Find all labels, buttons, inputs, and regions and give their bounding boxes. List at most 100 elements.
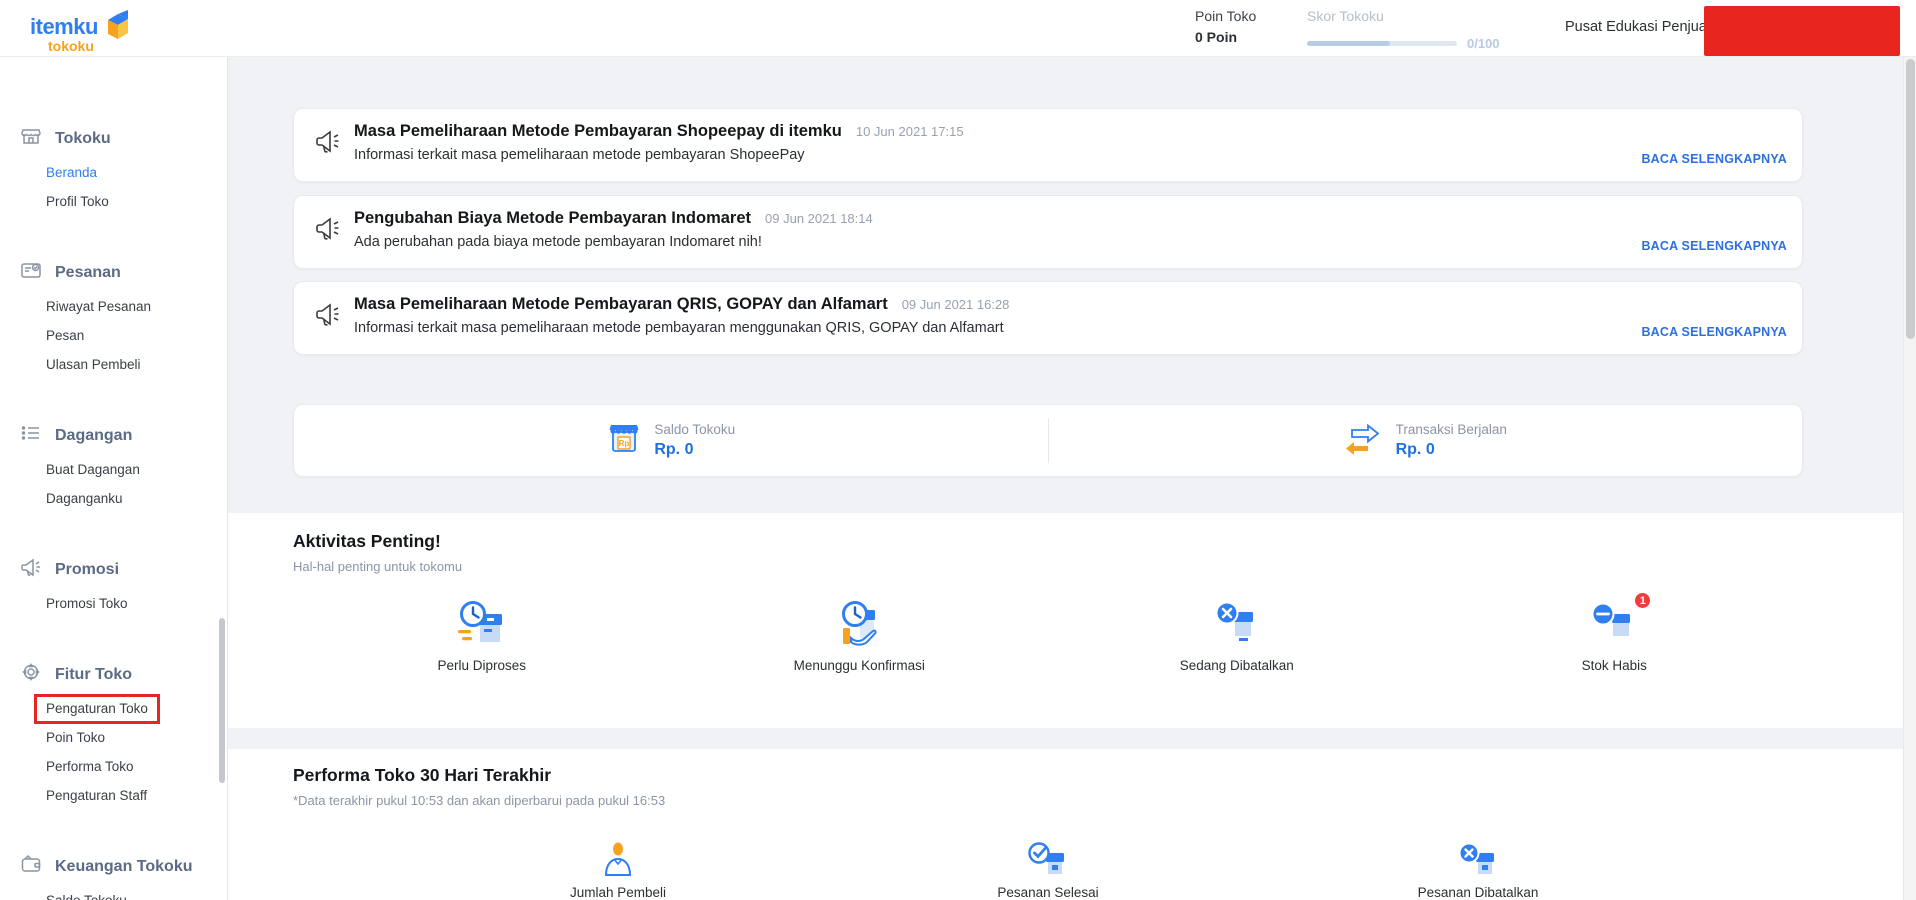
announcement-title: Pengubahan Biaya Metode Pembayaran Indom… <box>354 209 752 227</box>
sidebar-item-performa-toko[interactable]: Performa Toko <box>0 759 227 775</box>
sidebar-item-saldo-tokoku[interactable]: Saldo Tokoku <box>0 893 227 900</box>
stat-perlu-diproses[interactable]: Perlu Diproses <box>293 598 671 673</box>
order-mail-icon <box>20 259 42 286</box>
stat-pesanan-selesai[interactable]: Pesanan Selesai <box>833 841 1263 900</box>
stat-jumlah-pembeli[interactable]: Jumlah Pembeli <box>403 841 833 900</box>
announcement-title: Masa Pemeliharaan Metode Pembayaran Shop… <box>354 122 842 140</box>
top-header: itemku tokoku Poin Toko 0 Poin Skor Toko… <box>0 0 1916 57</box>
sidebar-section-label: Promosi <box>55 561 120 578</box>
saldo-tokoku-block[interactable]: Rp Saldo Tokoku Rp. 0 <box>294 405 1048 476</box>
sidebar-item-buat-dagangan[interactable]: Buat Dagangan <box>0 462 227 478</box>
cancel-box-icon <box>1211 598 1263 650</box>
balance-card: Rp Saldo Tokoku Rp. 0 Transaksi Berjalan… <box>293 404 1803 477</box>
announcement-megaphone-icon <box>314 128 342 181</box>
announcement-card[interactable]: Masa Pemeliharaan Metode Pembayaran Shop… <box>293 108 1803 182</box>
stat-label: Pesanan Dibatalkan <box>1417 885 1539 900</box>
announcement-date: 10 Jun 2021 17:15 <box>855 124 964 139</box>
sidebar-item-promosi-toko[interactable]: Promosi Toko <box>0 596 227 612</box>
baca-selengkapnya-link[interactable]: BACA SELENGKAPNYA <box>1641 152 1787 166</box>
poin-toko-widget[interactable]: Poin Toko 0 Poin <box>1195 8 1256 45</box>
clock-box-icon <box>456 598 508 650</box>
page-scrollbar-thumb[interactable] <box>1906 59 1915 339</box>
page-scrollbar[interactable] <box>1903 57 1916 900</box>
wallet-icon <box>20 853 42 880</box>
sidebar-item-pesan[interactable]: Pesan <box>0 328 227 344</box>
sidebar-item-daganganku[interactable]: Daganganku <box>0 491 227 507</box>
seller-dashboard: itemku tokoku Poin Toko 0 Poin Skor Toko… <box>0 0 1916 900</box>
transfer-arrows-icon <box>1344 420 1384 461</box>
stat-pesanan-dibatalkan[interactable]: Pesanan Dibatalkan <box>1263 841 1693 900</box>
sidebar-section-label: Fitur Toko <box>55 666 133 683</box>
gear-icon <box>20 661 42 688</box>
aktivitas-penting-section: Aktivitas Penting! Hal-hal penting untuk… <box>228 513 1916 728</box>
skor-tokoku-label: Skor Tokoku <box>1307 8 1384 24</box>
stat-label: Pesanan Selesai <box>997 885 1099 900</box>
saldo-tokoku-value[interactable]: Rp. 0 <box>654 441 735 459</box>
sidebar-item-poin-toko[interactable]: Poin Toko <box>0 730 227 746</box>
sidebar-section-keuangan: Keuangan Tokoku Saldo Tokoku <box>0 853 227 900</box>
check-box-icon <box>1026 841 1070 879</box>
announcement-megaphone-icon <box>314 215 342 268</box>
announcement-date: 09 Jun 2021 18:14 <box>765 211 873 226</box>
aktivitas-title: Aktivitas Penting! <box>293 531 441 551</box>
sidebar-item-beranda[interactable]: Beranda <box>0 165 227 181</box>
stat-stok-habis[interactable]: 1 Stok Habis <box>1426 591 1804 673</box>
poin-toko-label: Poin Toko <box>1195 8 1257 24</box>
poin-toko-value: 0 Poin <box>1195 29 1238 45</box>
transaksi-berjalan-block[interactable]: Transaksi Berjalan Rp. 0 <box>1049 405 1803 476</box>
pusat-edukasi-penjual-link[interactable]: Pusat Edukasi Penjual <box>1565 19 1710 35</box>
baca-selengkapnya-link[interactable]: BACA SELENGKAPNYA <box>1641 325 1787 339</box>
announcement-card[interactable]: Masa Pemeliharaan Metode Pembayaran QRIS… <box>293 281 1803 355</box>
sidebar-item-pengaturan-staff[interactable]: Pengaturan Staff <box>0 788 227 804</box>
baca-selengkapnya-link[interactable]: BACA SELENGKAPNYA <box>1641 239 1787 253</box>
svg-text:Rp: Rp <box>619 439 630 448</box>
stat-label: Stok Habis <box>1581 658 1647 673</box>
logo-text-itemku: itemku <box>30 14 98 39</box>
stat-label: Perlu Diproses <box>437 658 527 673</box>
transaksi-berjalan-value[interactable]: Rp. 0 <box>1396 441 1507 459</box>
itemku-tokoku-logo[interactable]: itemku tokoku <box>30 6 150 54</box>
header-red-cta-button[interactable] <box>1704 6 1900 56</box>
sidebar-section-fitur-toko: Fitur Toko Pengaturan Toko Poin Toko Per… <box>0 661 227 804</box>
sidebar-item-pengaturan-toko[interactable]: Pengaturan Toko <box>0 694 227 724</box>
sidebar-section-label: Tokoku <box>55 130 111 147</box>
store-rp-icon: Rp <box>606 420 642 461</box>
stat-menunggu-konfirmasi[interactable]: Menunggu Konfirmasi <box>671 598 1049 673</box>
skor-tokoku-widget[interactable]: Skor Tokoku 0/100 <box>1307 8 1517 51</box>
performa-title: Performa Toko 30 Hari Terakhir <box>293 765 552 785</box>
sidebar-item-ulasan-pembeli[interactable]: Ulasan Pembeli <box>0 357 227 373</box>
stat-sedang-dibatalkan[interactable]: Sedang Dibatalkan <box>1048 598 1426 673</box>
list-icon <box>20 422 42 449</box>
announcement-body: Informasi terkait masa pemeliharaan meto… <box>354 147 805 163</box>
stat-label: Jumlah Pembeli <box>569 885 667 900</box>
performa-toko-section: Performa Toko 30 Hari Terakhir *Data ter… <box>228 749 1916 900</box>
stat-label: Menunggu Konfirmasi <box>793 658 925 673</box>
skor-progress-bar <box>1307 41 1457 46</box>
sidebar-section-label: Keuangan Tokoku <box>55 858 193 875</box>
stok-habis-count-badge: 1 <box>1633 591 1653 610</box>
minus-box-icon: 1 <box>1588 591 1653 650</box>
skor-progress-value: 0/100 <box>1467 36 1500 51</box>
sidebar-scrollbar-thumb[interactable] <box>219 618 225 783</box>
sidebar-item-profil-toko[interactable]: Profil Toko <box>0 194 227 210</box>
aktivitas-subtitle: Hal-hal penting untuk tokomu <box>293 559 463 574</box>
cube-logo-icon <box>102 8 132 47</box>
sidebar-section-dagangan: Dagangan Buat Dagangan Daganganku <box>0 422 227 507</box>
announcement-title: Masa Pemeliharaan Metode Pembayaran QRIS… <box>354 295 888 313</box>
performa-subtitle: *Data terakhir pukul 10:53 dan akan dipe… <box>293 793 666 808</box>
red-highlight-box: Pengaturan Toko <box>34 694 160 724</box>
announcement-body: Informasi terkait masa pemeliharaan meto… <box>354 320 1004 336</box>
announcement-body: Ada perubahan pada biaya metode pembayar… <box>354 234 762 250</box>
transaksi-berjalan-label: Transaksi Berjalan <box>1395 422 1507 437</box>
sidebar-section-tokoku: Tokoku Beranda Profil Toko <box>0 125 227 210</box>
sidebar-section-promosi: Promosi Promosi Toko <box>0 556 227 612</box>
sidebar-section-label: Pesanan <box>55 264 121 281</box>
saldo-tokoku-label: Saldo Tokoku <box>654 422 736 437</box>
store-icon <box>20 125 42 152</box>
announcement-card[interactable]: Pengubahan Biaya Metode Pembayaran Indom… <box>293 195 1803 269</box>
logo-text-tokoku: tokoku <box>48 38 94 54</box>
cancel-box-icon <box>1456 841 1500 879</box>
announcement-date: 09 Jun 2021 16:28 <box>901 297 1010 312</box>
sidebar-item-riwayat-pesanan[interactable]: Riwayat Pesanan <box>0 299 227 315</box>
megaphone-icon <box>20 556 42 583</box>
